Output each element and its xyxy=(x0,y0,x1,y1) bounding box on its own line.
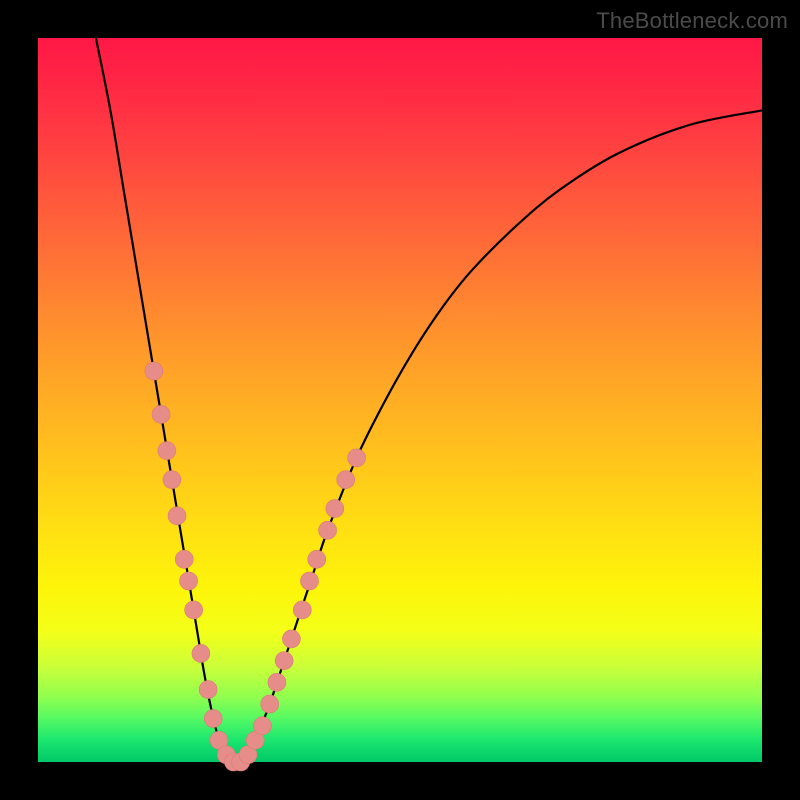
chart-marker xyxy=(163,471,181,489)
chart-marker xyxy=(337,471,355,489)
chart-marker xyxy=(293,601,311,619)
chart-svg xyxy=(38,38,762,762)
chart-marker xyxy=(145,362,163,380)
chart-marker xyxy=(275,652,293,670)
chart-marker xyxy=(168,507,186,525)
chart-marker xyxy=(158,442,176,460)
chart-marker xyxy=(204,710,222,728)
chart-marker xyxy=(261,695,279,713)
chart-marker xyxy=(282,630,300,648)
chart-marker xyxy=(152,405,170,423)
chart-frame: TheBottleneck.com xyxy=(0,0,800,800)
chart-marker xyxy=(348,449,366,467)
chart-marker xyxy=(185,601,203,619)
chart-marker xyxy=(192,644,210,662)
chart-marker xyxy=(180,572,198,590)
chart-marker xyxy=(308,550,326,568)
chart-marker xyxy=(326,500,344,518)
chart-marker xyxy=(253,717,271,735)
chart-marker xyxy=(199,681,217,699)
plot-area xyxy=(38,38,762,762)
chart-marker xyxy=(175,550,193,568)
chart-marker xyxy=(301,572,319,590)
chart-marker xyxy=(268,673,286,691)
watermark-text: TheBottleneck.com xyxy=(596,8,788,34)
chart-marker xyxy=(319,521,337,539)
marker-group xyxy=(145,362,366,771)
